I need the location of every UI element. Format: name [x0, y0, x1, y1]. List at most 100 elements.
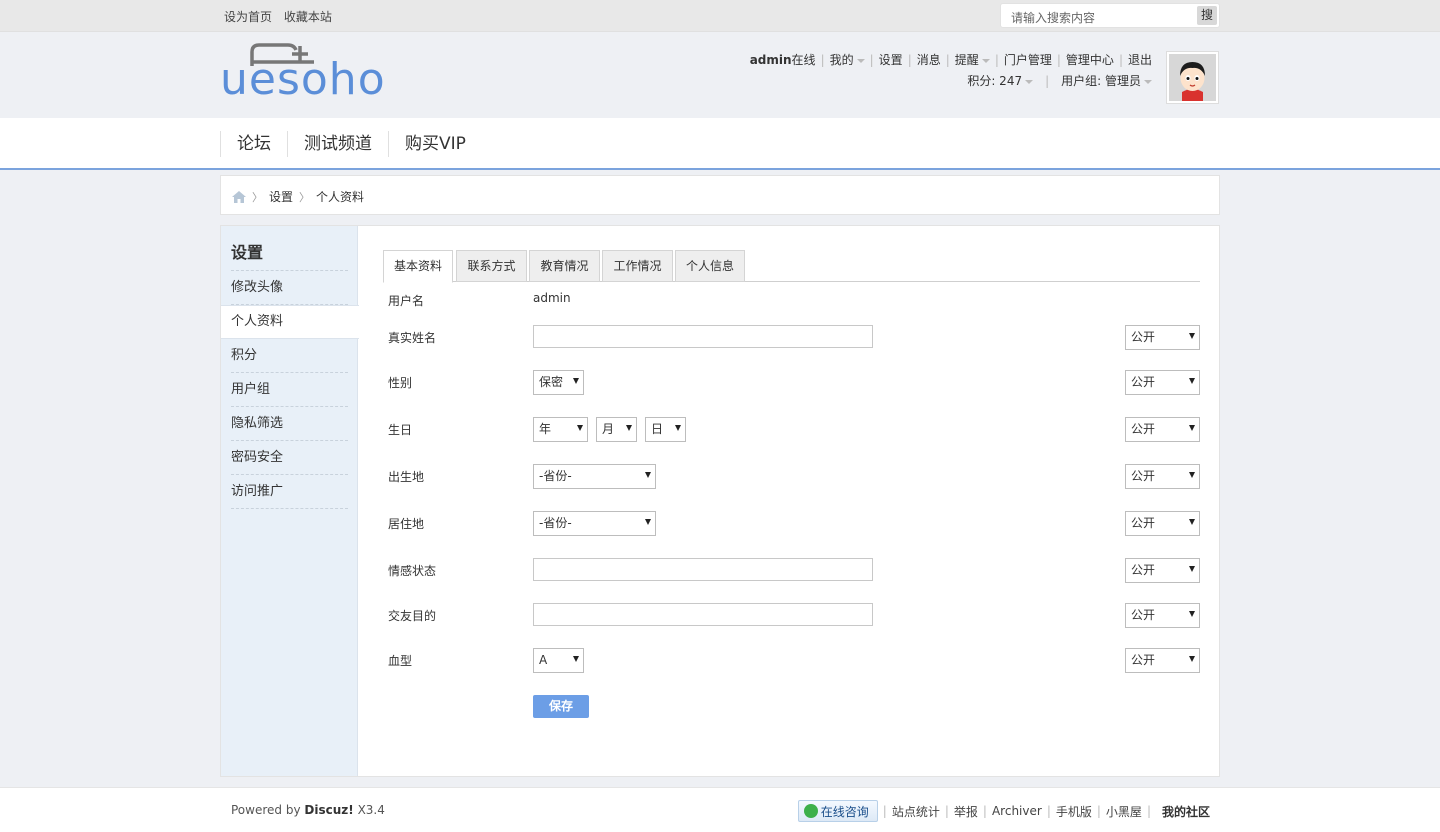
dropdown-arrow-icon [645, 472, 651, 478]
my-community-link[interactable]: 我的社区 [1162, 803, 1210, 820]
footer-links: 在线咨询 | 站点统计 | 举报 | Archiver | 手机版 | 小黑屋 … [797, 800, 1210, 822]
bloodtype-label: 血型 [388, 654, 413, 668]
online-consult-button[interactable]: 在线咨询 [797, 800, 878, 822]
birth-month-select[interactable]: 月 [596, 417, 637, 442]
realname-privacy-select[interactable]: 公开 [1125, 325, 1200, 350]
username-value: admin [533, 291, 571, 305]
sidebar-item-usergroup[interactable]: 用户组 [221, 373, 358, 407]
relationship-privacy-select[interactable]: 公开 [1125, 558, 1200, 583]
quick-links: 设为首页 收藏本站 [224, 8, 340, 25]
search-box[interactable]: 请输入搜索内容 搜 [1000, 3, 1220, 28]
residence-privacy-select[interactable]: 公开 [1125, 511, 1200, 536]
portal-admin-link[interactable]: 门户管理 [1004, 53, 1052, 67]
birthplace-label: 出生地 [388, 470, 425, 484]
dropdown-arrow-icon [1189, 656, 1195, 662]
search-button[interactable]: 搜 [1197, 6, 1217, 25]
save-button[interactable]: 保存 [533, 695, 589, 718]
sidebar-item-profile[interactable]: 个人资料 [221, 305, 359, 339]
dropdown-arrow-icon [573, 656, 579, 662]
tab-basic[interactable]: 基本资料 [383, 250, 453, 283]
set-homepage-link[interactable]: 设为首页 [224, 10, 272, 24]
bookmark-link[interactable]: 收藏本站 [284, 10, 332, 24]
blackroom-link[interactable]: 小黑屋 [1106, 803, 1142, 820]
dropdown-arrow-icon [573, 378, 579, 384]
tab-education[interactable]: 教育情况 [529, 250, 600, 282]
sidebar-item-credits[interactable]: 积分 [221, 339, 358, 373]
purpose-privacy-select[interactable]: 公开 [1125, 603, 1200, 628]
site-logo[interactable]: uesoho [220, 42, 385, 104]
sidebar-item-privacy[interactable]: 隐私筛选 [221, 407, 358, 441]
sidebar-title: 设置 [231, 243, 264, 262]
birth-day-select[interactable]: 日 [645, 417, 686, 442]
gender-select[interactable]: 保密 [533, 370, 584, 395]
birth-year-select[interactable]: 年 [533, 417, 588, 442]
purpose-input[interactable] [533, 603, 873, 626]
chevron-right-icon: 〉 [252, 190, 263, 204]
relationship-input[interactable] [533, 558, 873, 581]
avatar[interactable] [1166, 51, 1219, 104]
tab-contact[interactable]: 联系方式 [456, 250, 527, 282]
admin-center-link[interactable]: 管理中心 [1066, 53, 1114, 67]
site-stats-link[interactable]: 站点统计 [892, 803, 940, 820]
logout-link[interactable]: 退出 [1128, 53, 1152, 67]
breadcrumb-settings[interactable]: 设置 [269, 188, 293, 205]
residence-province-select[interactable]: -省份- [533, 511, 656, 536]
site-footer: Powered by Discuz! X3.4 在线咨询 | 站点统计 | 举报… [0, 787, 1440, 832]
realname-input[interactable] [533, 325, 873, 348]
tab-work[interactable]: 工作情况 [602, 250, 673, 282]
nav-item-test-channel[interactable]: 测试频道 [287, 131, 388, 157]
powered-by: Powered by Discuz! X3.4 [231, 803, 385, 817]
dropdown-arrow-icon [577, 425, 583, 431]
avatar-image [1169, 54, 1216, 101]
user-links: admin在线 | 我的 | 设置 | 消息 | 提醒 | 门户管理 | 管理中心 | 退出 积分: 247… [749, 53, 1152, 88]
chevron-down-icon [856, 58, 865, 63]
bloodtype-privacy-select[interactable]: 公开 [1125, 648, 1200, 673]
usergroup-menu[interactable]: 用户组: 管理员 [1061, 74, 1152, 88]
birthplace-province-select[interactable]: -省份- [533, 464, 656, 489]
tab-personal[interactable]: 个人信息 [675, 250, 745, 282]
chat-icon [803, 804, 818, 818]
report-link[interactable]: 举报 [954, 803, 978, 820]
nav-item-buy-vip[interactable]: 购买VIP [388, 131, 482, 157]
dropdown-arrow-icon [1189, 611, 1195, 617]
home-icon[interactable] [232, 190, 246, 203]
search-input[interactable]: 请输入搜索内容 [1011, 9, 1095, 26]
bloodtype-select[interactable]: A [533, 648, 584, 673]
settings-link[interactable]: 设置 [879, 53, 903, 67]
dropdown-arrow-icon [1189, 333, 1195, 339]
chevron-down-icon [1025, 79, 1034, 84]
username-link[interactable]: admin [750, 53, 792, 67]
dropdown-arrow-icon [1189, 472, 1195, 478]
sidebar-item-promotion[interactable]: 访问推广 [221, 475, 358, 509]
logo-text: uesoho [220, 54, 386, 105]
nav-item-forum[interactable]: 论坛 [220, 131, 287, 157]
residence-label: 居住地 [388, 517, 425, 531]
dropdown-arrow-icon [1189, 378, 1195, 384]
purpose-label: 交友目的 [388, 609, 437, 623]
main-nav: 论坛 测试频道 购买VIP [0, 118, 1440, 170]
profile-tabs: 基本资料 联系方式 教育情况 工作情况 个人信息 [383, 250, 1200, 283]
birthday-label: 生日 [388, 423, 413, 437]
site-header: uesoho admin在线 | 我的 | 设置 | 消息 | 提醒 | 门户管理 | 管理中心 | 退出 … [0, 32, 1440, 118]
chevron-down-icon [981, 58, 990, 63]
dropdown-arrow-icon [626, 425, 632, 431]
realname-label: 真实姓名 [388, 331, 437, 345]
archiver-link[interactable]: Archiver [992, 804, 1042, 818]
username-label: 用户名 [388, 294, 425, 308]
discuz-link[interactable]: Discuz! [304, 803, 353, 817]
points-menu[interactable]: 积分: 247 [967, 74, 1034, 88]
dropdown-arrow-icon [645, 519, 651, 525]
sidebar-item-avatar[interactable]: 修改头像 [221, 271, 358, 305]
dropdown-arrow-icon [1189, 566, 1195, 572]
my-menu[interactable]: 我的 [830, 53, 865, 67]
sidebar-item-password[interactable]: 密码安全 [221, 441, 358, 475]
dropdown-arrow-icon [1189, 519, 1195, 525]
birthday-privacy-select[interactable]: 公开 [1125, 417, 1200, 442]
messages-link[interactable]: 消息 [917, 53, 941, 67]
birthplace-privacy-select[interactable]: 公开 [1125, 464, 1200, 489]
mobile-link[interactable]: 手机版 [1056, 803, 1092, 820]
dropdown-arrow-icon [675, 425, 681, 431]
chevron-down-icon [1144, 79, 1152, 84]
gender-privacy-select[interactable]: 公开 [1125, 370, 1200, 395]
reminders-menu[interactable]: 提醒 [955, 53, 990, 67]
